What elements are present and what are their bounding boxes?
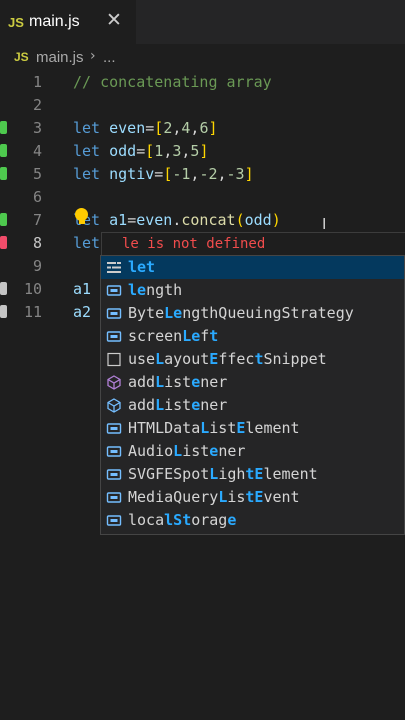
suggestion-label: ByteLengthQueuingStrategy	[128, 304, 354, 322]
code-text: a2	[73, 303, 92, 321]
modified-line-marker	[0, 236, 7, 249]
line-marker	[0, 305, 7, 318]
suggestion-label: MediaQueryListEvent	[128, 488, 300, 506]
suggestion-item[interactable]: MediaQueryListEvent	[101, 486, 404, 509]
suggestion-label: screenLeft	[128, 327, 219, 345]
line-number: 3	[32, 119, 42, 137]
text-cursor-icon: I	[322, 215, 327, 233]
breadcrumb-more[interactable]: ...	[103, 49, 116, 66]
suggestion-item[interactable]: AudioListener	[101, 440, 404, 463]
code-text: // concatenating array	[73, 73, 272, 91]
suggestion-label: addListener	[128, 396, 228, 414]
suggestion-item[interactable]: length	[101, 279, 404, 302]
code-line[interactable]: 5 let ngtiv=[-1,-2,-3]	[0, 163, 405, 186]
line-number: 8	[32, 234, 42, 252]
variable-icon	[106, 423, 122, 434]
code-line[interactable]: 1 // concatenating array	[0, 71, 405, 94]
breadcrumb: JS main.js › ...	[0, 46, 405, 70]
suggestion-item[interactable]: addListener	[101, 394, 404, 417]
suggestion-item[interactable]: SVGFESpotLightElement	[101, 463, 404, 486]
variable-icon	[106, 285, 122, 296]
suggestion-item[interactable]: localStorage	[101, 509, 404, 532]
error-hint: le is not defined	[101, 232, 405, 255]
line-number: 7	[32, 211, 42, 229]
tab-label: main.js	[29, 13, 80, 30]
code-text: let ngtiv=[-1,-2,-3]	[73, 165, 254, 183]
suggestion-item[interactable]: screenLeft	[101, 325, 404, 348]
suggestion-item[interactable]: ByteLengthQueuingStrategy	[101, 302, 404, 325]
variable-icon	[106, 492, 122, 503]
breadcrumb-file[interactable]: main.js	[36, 49, 84, 66]
keyword-icon	[107, 262, 121, 273]
line-number: 4	[32, 142, 42, 160]
code-text: let odd=[1,3,5]	[73, 142, 209, 160]
error-message: le is not defined	[122, 236, 266, 252]
method-icon	[107, 398, 121, 413]
added-line-marker	[0, 213, 7, 226]
variable-icon	[106, 331, 122, 342]
added-line-marker	[0, 167, 7, 180]
suggestion-label: addListener	[128, 373, 228, 391]
variable-icon	[106, 308, 122, 319]
lightbulb-icon-base	[79, 220, 85, 224]
code-text: a1	[73, 280, 92, 298]
code-line[interactable]: 3 let even=[2,4,6]	[0, 117, 405, 140]
suggestion-label: SVGFESpotLightElement	[128, 465, 318, 483]
suggestion-label: let	[128, 258, 156, 276]
code-text: let even=[2,4,6]	[73, 119, 218, 137]
tab-main-js[interactable]: JS main.js ✕	[0, 0, 136, 45]
line-number: 5	[32, 165, 42, 183]
added-line-marker	[0, 144, 7, 157]
suggestion-label: HTMLDataListElement	[128, 419, 300, 437]
code-text: let a1=even.concat(odd)	[73, 211, 281, 229]
snippet-icon	[107, 352, 121, 367]
variable-icon	[106, 469, 122, 480]
chevron-right-icon: ›	[90, 48, 96, 64]
suggestion-item[interactable]: HTMLDataListElement	[101, 417, 404, 440]
code-text: let	[73, 234, 101, 252]
line-number: 9	[32, 257, 42, 275]
variable-icon	[106, 515, 122, 526]
method-icon	[107, 375, 121, 390]
suggestion-item[interactable]: useLayoutEffectSnippet	[101, 348, 404, 371]
js-file-icon: JS	[8, 15, 24, 30]
close-icon[interactable]: ✕	[106, 9, 122, 31]
line-marker	[0, 282, 7, 295]
code-line[interactable]: 7 let a1=even.concat(odd)	[0, 209, 405, 232]
line-number: 6	[32, 188, 42, 206]
suggestion-label: useLayoutEffectSnippet	[128, 350, 327, 368]
suggestion-label: length	[128, 281, 183, 299]
added-line-marker	[0, 121, 7, 134]
line-number: 1	[32, 73, 42, 91]
suggestion-item[interactable]: addListener	[101, 371, 404, 394]
line-number: 2	[32, 96, 42, 114]
tab-bar: JS main.js ✕	[0, 0, 405, 45]
line-number: 11	[23, 303, 42, 321]
line-number: 10	[23, 280, 42, 298]
variable-icon	[106, 446, 122, 457]
code-line[interactable]: 6	[0, 186, 405, 209]
code-line[interactable]: 2	[0, 94, 405, 117]
code-line[interactable]: 4 let odd=[1,3,5]	[0, 140, 405, 163]
suggestion-label: AudioListener	[128, 442, 246, 460]
suggestion-widget: let length ByteLengthQueuingStrategy scr…	[100, 255, 405, 535]
suggestion-label: localStorage	[128, 511, 237, 529]
suggestion-item[interactable]: let	[101, 256, 404, 279]
js-file-icon: JS	[14, 50, 29, 64]
